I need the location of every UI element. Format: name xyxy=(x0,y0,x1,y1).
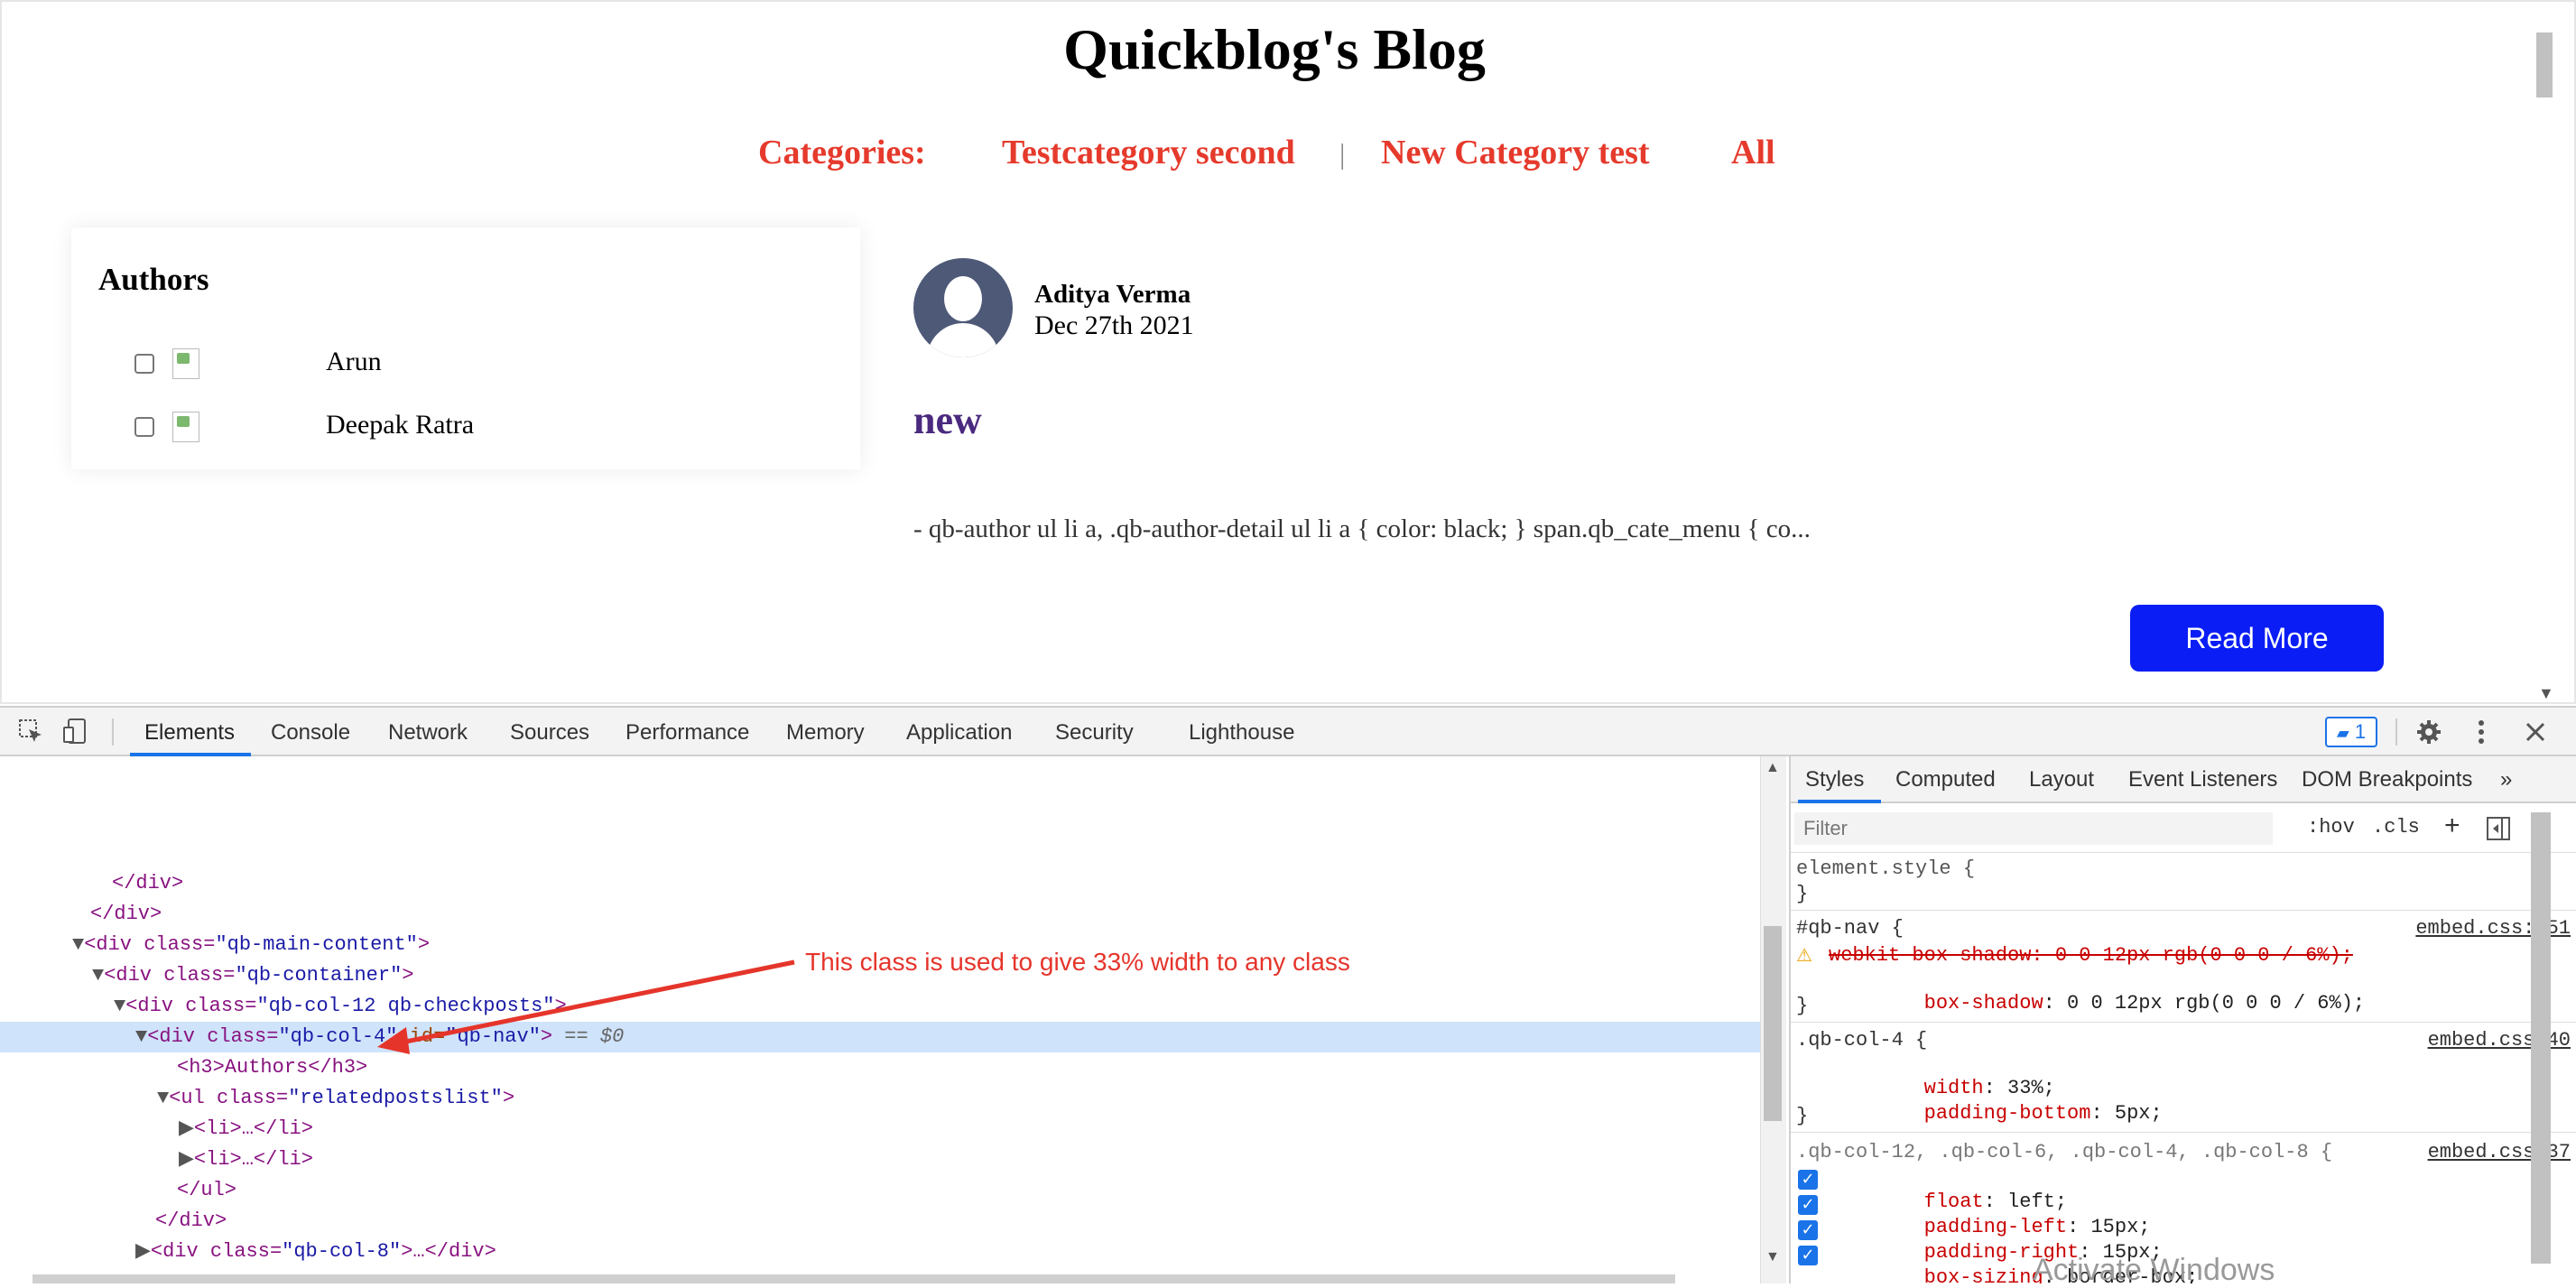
issues-count: 1 xyxy=(2354,720,2367,743)
tab-network[interactable]: Network xyxy=(388,720,468,746)
toolbar-divider xyxy=(112,718,114,746)
tab-layout[interactable]: Layout xyxy=(2029,767,2094,792)
tab-elements[interactable]: Elements xyxy=(144,720,235,746)
styles-pane: Styles Computed Layout Event Listeners D… xyxy=(1789,756,2576,1283)
elements-horizontal-scrollbar[interactable] xyxy=(32,1274,1675,1283)
dom-line[interactable]: </ul> xyxy=(0,1175,1760,1206)
read-more-button[interactable]: Read More xyxy=(2130,605,2384,672)
more-options-icon[interactable] xyxy=(2469,718,2493,746)
rule-selector[interactable]: .qb-col-12, .qb-col-6, .qb-col-4, .qb-co… xyxy=(1796,1141,2332,1163)
rule-qb-col-4: .qb-col-4 { embed.css:40 width: 33%; pad… xyxy=(1791,1024,2576,1133)
scroll-down-arrow-icon[interactable]: ▼ xyxy=(2538,684,2554,702)
annotation-text: This class is used to give 33% width to … xyxy=(805,948,1350,976)
category-link-testcategory-second[interactable]: Testcategory second xyxy=(1002,133,1295,172)
author-checkbox-deepak-ratra[interactable] xyxy=(134,417,154,437)
property-checkbox[interactable]: ✓ xyxy=(1798,1220,1818,1240)
author-avatar xyxy=(913,258,1013,357)
styles-tabbar: Styles Computed Layout Event Listeners D… xyxy=(1791,756,2576,803)
dom-line[interactable]: </div> xyxy=(0,1206,1760,1237)
dom-line[interactable]: ▶<li>…</li> xyxy=(0,1144,1760,1175)
broken-image-icon xyxy=(172,412,199,442)
rule-selector[interactable]: #qb-nav { xyxy=(1796,917,1904,940)
warning-icon: ⚠ xyxy=(1796,944,1812,966)
message-icon: ▰ xyxy=(2336,724,2349,743)
rule-close-brace: } xyxy=(1796,1105,1809,1127)
author-name[interactable]: Arun xyxy=(326,347,382,377)
tab-console[interactable]: Console xyxy=(271,720,350,746)
elements-dom-tree: </div> </div> ▼<div class="qb-main-conte… xyxy=(0,756,1760,1283)
scroll-down-arrow-icon[interactable]: ▼ xyxy=(1765,1249,1780,1265)
tab-sources[interactable]: Sources xyxy=(510,720,589,746)
dom-line[interactable]: </div> xyxy=(0,868,1760,899)
tab-application[interactable]: Application xyxy=(906,720,1012,746)
rule-selector[interactable]: element.style { xyxy=(1796,857,1975,880)
devtools-panel: Elements Console Network Sources Perform… xyxy=(0,706,2576,1283)
blog-title: Quickblog's Blog xyxy=(1063,17,1486,81)
rule-close-brace: } xyxy=(1796,883,1809,905)
styles-filter-row: Filter :hov .cls + xyxy=(1791,803,2576,853)
css-property-invalid[interactable]: webkit-box-shadow: 0 0 12px rgb(0 0 0 / … xyxy=(1829,944,2353,967)
toolbar-divider xyxy=(2395,718,2397,746)
hov-toggle[interactable]: :hov xyxy=(2307,816,2355,839)
tab-styles[interactable]: Styles xyxy=(1805,767,1864,792)
authors-heading: Authors xyxy=(98,262,209,297)
page-scrollbar-thumb[interactable] xyxy=(2536,32,2553,97)
rule-element-style: element.style { } xyxy=(1791,852,2576,911)
category-link-new-category-test[interactable]: New Category test xyxy=(1381,133,1650,172)
category-separator: | xyxy=(1339,137,1346,170)
dom-line[interactable]: <h3>Authors</h3> xyxy=(0,1052,1760,1083)
post-date: Dec 27th 2021 xyxy=(1034,310,1194,340)
activate-windows-watermark: Activate Windows xyxy=(2033,1253,2275,1287)
close-devtools-icon[interactable] xyxy=(2522,718,2549,746)
category-link-all[interactable]: All xyxy=(1731,133,1775,172)
tab-memory[interactable]: Memory xyxy=(786,720,865,746)
author-checkbox-arun[interactable] xyxy=(134,354,154,374)
dom-line-selected[interactable]: ▼<div class="qb-col-4" id="qb-nav"> == $… xyxy=(0,1022,1760,1052)
new-style-rule-button[interactable]: + xyxy=(2444,811,2460,841)
toggle-sidebar-icon[interactable] xyxy=(2486,816,2511,841)
dom-line[interactable]: ▼<div class="qb-col-12 qb-checkposts"> xyxy=(0,991,1760,1022)
rule-selector[interactable]: .qb-col-4 { xyxy=(1796,1029,1927,1052)
inspect-element-icon[interactable] xyxy=(16,717,45,746)
dom-line[interactable]: ▶<li>…</li> xyxy=(0,1114,1760,1144)
categories-label: Categories: xyxy=(758,134,926,171)
tab-computed[interactable]: Computed xyxy=(1895,767,1996,792)
scroll-up-arrow-icon[interactable]: ▲ xyxy=(1765,760,1780,776)
dom-line[interactable]: </div> xyxy=(0,899,1760,930)
rule-qb-nav: #qb-nav { embed.css:151 ⚠ webkit-box-sha… xyxy=(1791,912,2576,1023)
dom-line[interactable]: ▶<div class="qb-col-8">…</div> xyxy=(0,1237,1760,1267)
styles-filter-input[interactable]: Filter xyxy=(1794,812,2273,845)
property-checkbox[interactable]: ✓ xyxy=(1798,1170,1818,1190)
device-toolbar-icon[interactable] xyxy=(61,717,90,746)
issues-badge[interactable]: ▰ 1 xyxy=(2325,717,2377,747)
elements-scrollbar-thumb[interactable] xyxy=(1764,926,1782,1121)
tab-dom-breakpoints[interactable]: DOM Breakpoints xyxy=(2302,767,2472,792)
tab-security[interactable]: Security xyxy=(1055,720,1134,746)
devtools-tabbar: Elements Console Network Sources Perform… xyxy=(0,708,2576,756)
broken-image-icon xyxy=(172,348,199,379)
author-name[interactable]: Deepak Ratra xyxy=(326,410,474,440)
property-checkbox[interactable]: ✓ xyxy=(1798,1246,1818,1265)
rule-close-brace: } xyxy=(1796,995,1809,1017)
tab-performance[interactable]: Performance xyxy=(625,720,749,746)
authors-sidebar: Authors Arun Deepak Ratra xyxy=(71,227,860,469)
post-title[interactable]: new xyxy=(913,397,982,443)
styles-scrollbar-thumb[interactable] xyxy=(2531,812,2551,1264)
cls-toggle[interactable]: .cls xyxy=(2372,816,2420,839)
tab-event-listeners[interactable]: Event Listeners xyxy=(2128,767,2277,792)
tab-lighthouse[interactable]: Lighthouse xyxy=(1189,720,1294,746)
settings-gear-icon[interactable] xyxy=(2415,718,2442,746)
post-excerpt: - qb-author ul li a, .qb-author-detail u… xyxy=(913,514,1811,543)
property-checkbox[interactable]: ✓ xyxy=(1798,1195,1818,1215)
post-author: Aditya Verma xyxy=(1034,280,1191,309)
more-tabs-chevron-icon[interactable]: » xyxy=(2500,767,2512,792)
dom-line[interactable]: ▼<ul class="relatedpostslist"> xyxy=(0,1083,1760,1114)
page-viewport: Quickblog's Blog Categories: Testcategor… xyxy=(0,0,2576,704)
